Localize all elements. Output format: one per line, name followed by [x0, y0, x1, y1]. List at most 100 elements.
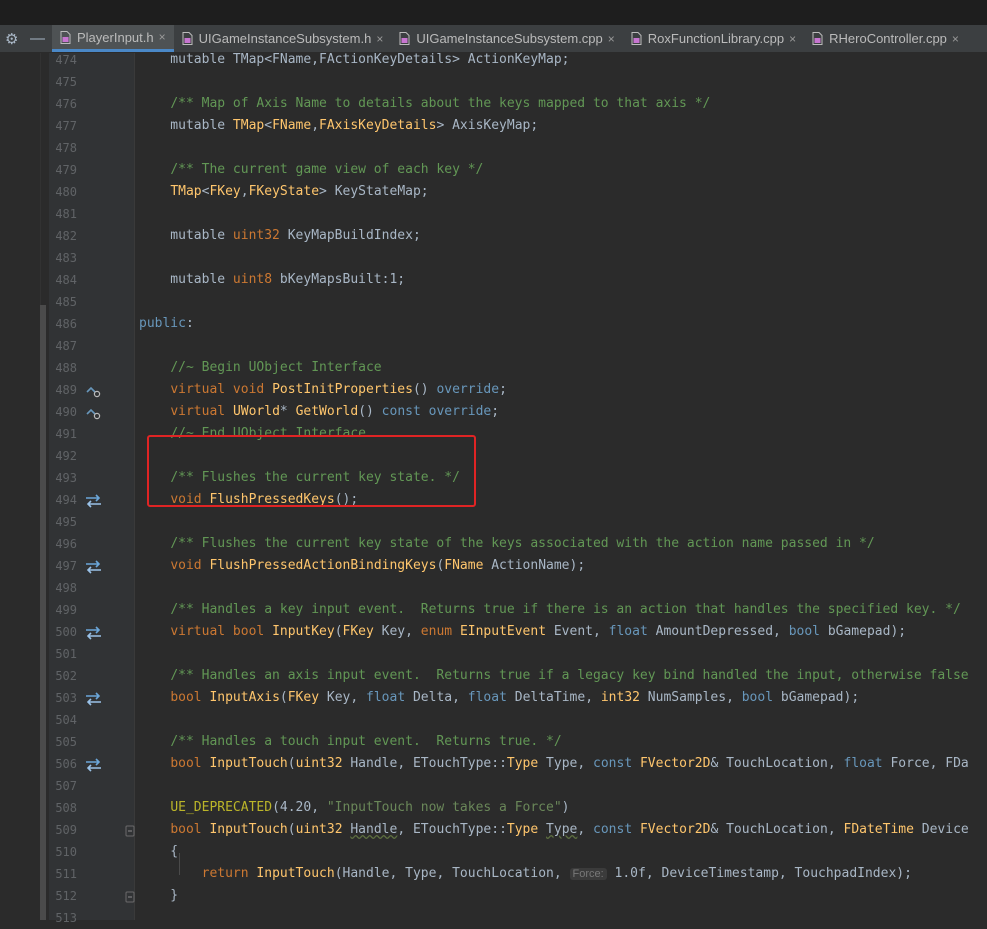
code-line[interactable]: 479 /** The current game view of each ke…	[0, 159, 987, 181]
line-number: 504	[55, 713, 77, 727]
code-line[interactable]: 487	[0, 335, 987, 357]
line-number: 478	[55, 141, 77, 155]
code-token: "InputTouch now takes a Force"	[326, 800, 562, 815]
gear-icon[interactable]: ⚙	[5, 30, 18, 48]
code-line[interactable]: 488 //~ Begin UObject Interface	[0, 357, 987, 379]
code-token: mutable TMap<FName,FActionKeyDetails> Ac…	[139, 52, 570, 67]
code-line[interactable]: 495	[0, 511, 987, 533]
code-token: uint32	[295, 822, 343, 837]
code-token: Handle	[350, 822, 398, 837]
navigate-to-definition-icon[interactable]	[84, 757, 106, 772]
code-text: }	[139, 885, 178, 907]
code-line[interactable]: 489 virtual void PostInitProperties() ov…	[0, 379, 987, 401]
code-token: bool	[741, 690, 774, 705]
line-number: 497	[55, 559, 77, 573]
code-line[interactable]: 513	[0, 907, 987, 929]
line-number: 475	[55, 75, 77, 89]
code-line[interactable]: 506 bool InputTouch(uint32 Handle, ETouc…	[0, 753, 987, 775]
code-token: FKey	[287, 690, 320, 705]
navigate-to-definition-icon[interactable]	[84, 493, 106, 508]
code-token: /** Handles a key input event. Returns t…	[170, 602, 961, 617]
close-icon[interactable]: ×	[789, 32, 796, 46]
tab-playerinput-h[interactable]: PlayerInput.h ×	[52, 25, 174, 52]
code-line[interactable]: 507	[0, 775, 987, 797]
code-line[interactable]: 504	[0, 709, 987, 731]
code-text: /** Handles a touch input event. Returns…	[139, 731, 561, 753]
code-line[interactable]: 498	[0, 577, 987, 599]
close-icon[interactable]: ×	[952, 32, 959, 46]
tab-label: RoxFunctionLibrary.cpp	[647, 31, 785, 46]
tab-roxfunctionlibrary-cpp[interactable]: RoxFunctionLibrary.cpp ×	[623, 25, 804, 52]
code-line[interactable]: 480 TMap<FKey,FKeyState> KeyStateMap;	[0, 181, 987, 203]
navigate-to-definition-icon[interactable]	[84, 559, 106, 574]
line-number: 483	[55, 251, 77, 265]
code-token: :	[185, 316, 194, 331]
code-token: PostInitProperties	[272, 382, 413, 397]
minus-icon[interactable]: —	[30, 30, 45, 47]
code-line[interactable]: 499 /** Handles a key input event. Retur…	[0, 599, 987, 621]
code-line[interactable]: 486 public:	[0, 313, 987, 335]
code-token: (	[334, 624, 343, 639]
code-line[interactable]: 477 mutable TMap<FName,FAxisKeyDetails> …	[0, 115, 987, 137]
code-token: Type	[506, 822, 539, 837]
code-line[interactable]: 511 return InputTouch(Handle, Type, Touc…	[0, 863, 987, 885]
line-number: 494	[55, 493, 77, 507]
line-number: 512	[55, 889, 77, 903]
line-number: 510	[55, 845, 77, 859]
code-token: FKeyState	[248, 184, 320, 199]
tab-uigameinstancesubsystem-cpp[interactable]: UIGameInstanceSubsystem.cpp ×	[391, 25, 622, 52]
code-line[interactable]: 476 /** Map of Axis Name to details abou…	[0, 93, 987, 115]
code-line[interactable]: 484 mutable uint8 bKeyMapsBuilt:1;	[0, 269, 987, 291]
code-line[interactable]: 508 UE_DEPRECATED(4.20, "InputTouch now …	[0, 797, 987, 819]
override-marker-icon[interactable]	[84, 383, 106, 398]
code-token: uint32	[232, 228, 280, 243]
code-line[interactable]: 509 bool InputTouch(uint32 Handle, ETouc…	[0, 819, 987, 841]
code-line[interactable]: 481	[0, 203, 987, 225]
code-token: FVector2D	[639, 822, 711, 837]
code-line[interactable]: 500 virtual bool InputKey(FKey Key, enum…	[0, 621, 987, 643]
code-line[interactable]: 485	[0, 291, 987, 313]
navigate-to-definition-icon[interactable]	[84, 691, 106, 706]
tab-rherocontroller-cpp[interactable]: RHeroController.cpp ×	[804, 25, 967, 52]
code-token: Delta,	[405, 690, 468, 705]
tab-uigameinstancesubsystem-h[interactable]: UIGameInstanceSubsystem.h ×	[174, 25, 392, 52]
code-line[interactable]: 505 /** Handles a touch input event. Ret…	[0, 731, 987, 753]
code-line[interactable]: 512 }	[0, 885, 987, 907]
close-icon[interactable]: ×	[376, 32, 383, 46]
code-token: FKey	[342, 624, 374, 639]
code-token: TMap	[170, 184, 202, 199]
override-marker-icon[interactable]	[84, 405, 106, 420]
close-icon[interactable]: ×	[608, 32, 615, 46]
code-line[interactable]: 475	[0, 71, 987, 93]
line-number: 498	[55, 581, 77, 595]
code-line[interactable]: 490 virtual UWorld* GetWorld() const ove…	[0, 401, 987, 423]
code-token: ,	[311, 118, 320, 133]
code-token: float	[467, 690, 507, 705]
code-line[interactable]: 482 mutable uint32 KeyMapBuildIndex;	[0, 225, 987, 247]
code-token: InputTouch	[209, 756, 288, 771]
code-token: UE_DEPRECATED	[170, 800, 273, 815]
code-text: bool InputTouch(uint32 Handle, ETouchTyp…	[139, 753, 968, 775]
code-line[interactable]: 502 /** Handles an axis input event. Ret…	[0, 665, 987, 687]
code-line[interactable]: 483	[0, 247, 987, 269]
code-line[interactable]: 478	[0, 137, 987, 159]
code-line[interactable]: 501	[0, 643, 987, 665]
code-token: InputKey	[272, 624, 335, 639]
code-line[interactable]: 474 mutable TMap<FName,FActionKeyDetails…	[0, 49, 987, 71]
code-line[interactable]: 510 {	[0, 841, 987, 863]
close-icon[interactable]: ×	[159, 30, 166, 44]
code-token: void	[170, 558, 210, 573]
code-line[interactable]: 497 void FlushPressedActionBindingKeys(F…	[0, 555, 987, 577]
code-line[interactable]: 503 bool InputAxis(FKey Key, float Delta…	[0, 687, 987, 709]
parameter-hint: Force:	[569, 868, 607, 880]
code-text: virtual UWorld* GetWorld() const overrid…	[139, 401, 499, 423]
line-number: 476	[55, 97, 77, 111]
navigate-to-definition-icon[interactable]	[84, 625, 106, 640]
code-line[interactable]: 496 /** Flushes the current key state of…	[0, 533, 987, 555]
code-text: bool InputAxis(FKey Key, float Delta, fl…	[139, 687, 859, 709]
